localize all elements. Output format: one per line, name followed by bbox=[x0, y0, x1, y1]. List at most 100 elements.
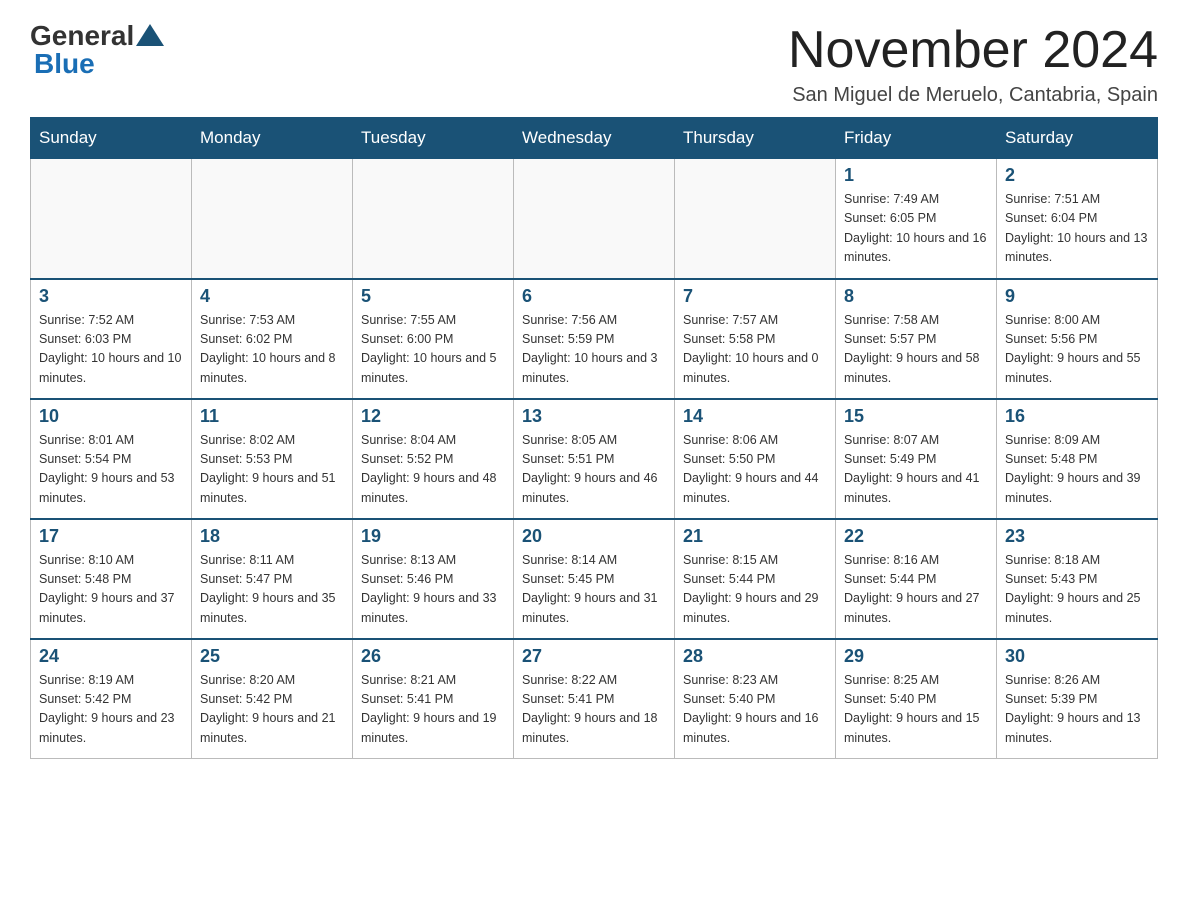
day-number: 29 bbox=[844, 646, 988, 667]
day-info: Sunrise: 7:49 AMSunset: 6:05 PMDaylight:… bbox=[844, 190, 988, 268]
day-info: Sunrise: 8:07 AMSunset: 5:49 PMDaylight:… bbox=[844, 431, 988, 509]
day-number: 18 bbox=[200, 526, 344, 547]
calendar-cell: 22Sunrise: 8:16 AMSunset: 5:44 PMDayligh… bbox=[836, 519, 997, 639]
calendar-cell: 15 Sunrise: 8:07 AMSunset: 5:49 PMDayligh… bbox=[836, 399, 997, 519]
calendar-cell: 1 Sunrise: 7:49 AMSunset: 6:05 PMDaylight… bbox=[836, 159, 997, 279]
day-info: Sunrise: 8:10 AMSunset: 5:48 PMDaylight:… bbox=[39, 551, 183, 629]
calendar-cell: 16 Sunrise: 8:09 AMSunset: 5:48 PMDayligh… bbox=[997, 399, 1158, 519]
day-number: 8 bbox=[844, 286, 988, 307]
day-info: Sunrise: 7:58 AMSunset: 5:57 PMDaylight:… bbox=[844, 311, 988, 389]
day-info: Sunrise: 8:06 AMSunset: 5:50 PMDaylight:… bbox=[683, 431, 827, 509]
calendar-cell: 10 Sunrise: 8:01 AMSunset: 5:54 PMDayligh… bbox=[31, 399, 192, 519]
day-number: 21 bbox=[683, 526, 827, 547]
calendar-cell: 18 Sunrise: 8:11 AMSunset: 5:47 PMDayligh… bbox=[192, 519, 353, 639]
day-number: 10 bbox=[39, 406, 183, 427]
day-info: Sunrise: 7:57 AMSunset: 5:58 PMDaylight:… bbox=[683, 311, 827, 389]
calendar-cell: 5 Sunrise: 7:55 AMSunset: 6:00 PMDaylight… bbox=[353, 279, 514, 399]
calendar-cell: 24 Sunrise: 8:19 AMSunset: 5:42 PMDayligh… bbox=[31, 639, 192, 759]
day-number: 6 bbox=[522, 286, 666, 307]
page-header: General Blue November 2024 San Miguel de… bbox=[30, 20, 1158, 107]
calendar-cell: 7 Sunrise: 7:57 AMSunset: 5:58 PMDaylight… bbox=[675, 279, 836, 399]
day-number: 2 bbox=[1005, 165, 1149, 186]
calendar-cell: 9Sunrise: 8:00 AMSunset: 5:56 PMDaylight… bbox=[997, 279, 1158, 399]
day-info: Sunrise: 7:55 AMSunset: 6:00 PMDaylight:… bbox=[361, 311, 505, 389]
day-number: 11 bbox=[200, 406, 344, 427]
calendar-week-row: 10 Sunrise: 8:01 AMSunset: 5:54 PMDayligh… bbox=[31, 399, 1158, 519]
title-section: November 2024 San Miguel de Meruelo, Can… bbox=[788, 20, 1158, 107]
day-number: 30 bbox=[1005, 646, 1149, 667]
day-number: 26 bbox=[361, 646, 505, 667]
calendar-cell: 6 Sunrise: 7:56 AMSunset: 5:59 PMDaylight… bbox=[514, 279, 675, 399]
weekday-header-row: SundayMondayTuesdayWednesdayThursdayFrid… bbox=[31, 118, 1158, 159]
day-info: Sunrise: 8:13 AMSunset: 5:46 PMDaylight:… bbox=[361, 551, 505, 629]
calendar-cell: 30 Sunrise: 8:26 AMSunset: 5:39 PMDayligh… bbox=[997, 639, 1158, 759]
calendar-week-row: 3 Sunrise: 7:52 AMSunset: 6:03 PMDaylight… bbox=[31, 279, 1158, 399]
day-number: 19 bbox=[361, 526, 505, 547]
day-number: 24 bbox=[39, 646, 183, 667]
day-info: Sunrise: 8:11 AMSunset: 5:47 PMDaylight:… bbox=[200, 551, 344, 629]
calendar-cell: 26 Sunrise: 8:21 AMSunset: 5:41 PMDayligh… bbox=[353, 639, 514, 759]
calendar-cell: 21 Sunrise: 8:15 AMSunset: 5:44 PMDayligh… bbox=[675, 519, 836, 639]
day-info: Sunrise: 8:15 AMSunset: 5:44 PMDaylight:… bbox=[683, 551, 827, 629]
day-info: Sunrise: 8:01 AMSunset: 5:54 PMDaylight:… bbox=[39, 431, 183, 509]
day-info: Sunrise: 8:21 AMSunset: 5:41 PMDaylight:… bbox=[361, 671, 505, 749]
day-number: 5 bbox=[361, 286, 505, 307]
logo-triangle-icon bbox=[136, 24, 164, 46]
calendar-cell bbox=[353, 159, 514, 279]
calendar-cell: 20 Sunrise: 8:14 AMSunset: 5:45 PMDayligh… bbox=[514, 519, 675, 639]
day-info: Sunrise: 7:56 AMSunset: 5:59 PMDaylight:… bbox=[522, 311, 666, 389]
day-number: 16 bbox=[1005, 406, 1149, 427]
calendar-cell bbox=[675, 159, 836, 279]
day-number: 4 bbox=[200, 286, 344, 307]
weekday-header-sunday: Sunday bbox=[31, 118, 192, 159]
calendar-table: SundayMondayTuesdayWednesdayThursdayFrid… bbox=[30, 117, 1158, 759]
calendar-cell: 8 Sunrise: 7:58 AMSunset: 5:57 PMDaylight… bbox=[836, 279, 997, 399]
weekday-header-wednesday: Wednesday bbox=[514, 118, 675, 159]
day-info: Sunrise: 8:20 AMSunset: 5:42 PMDaylight:… bbox=[200, 671, 344, 749]
day-info: Sunrise: 8:09 AMSunset: 5:48 PMDaylight:… bbox=[1005, 431, 1149, 509]
day-info: Sunrise: 8:04 AMSunset: 5:52 PMDaylight:… bbox=[361, 431, 505, 509]
calendar-cell: 3 Sunrise: 7:52 AMSunset: 6:03 PMDaylight… bbox=[31, 279, 192, 399]
day-number: 3 bbox=[39, 286, 183, 307]
calendar-cell: 29 Sunrise: 8:25 AMSunset: 5:40 PMDayligh… bbox=[836, 639, 997, 759]
day-info: Sunrise: 7:52 AMSunset: 6:03 PMDaylight:… bbox=[39, 311, 183, 389]
day-info: Sunrise: 8:18 AMSunset: 5:43 PMDaylight:… bbox=[1005, 551, 1149, 629]
day-info: Sunrise: 8:25 AMSunset: 5:40 PMDaylight:… bbox=[844, 671, 988, 749]
day-number: 12 bbox=[361, 406, 505, 427]
day-number: 1 bbox=[844, 165, 988, 186]
calendar-cell: 13 Sunrise: 8:05 AMSunset: 5:51 PMDayligh… bbox=[514, 399, 675, 519]
weekday-header-thursday: Thursday bbox=[675, 118, 836, 159]
day-number: 14 bbox=[683, 406, 827, 427]
calendar-cell bbox=[192, 159, 353, 279]
calendar-cell: 25 Sunrise: 8:20 AMSunset: 5:42 PMDayligh… bbox=[192, 639, 353, 759]
calendar-cell bbox=[514, 159, 675, 279]
day-info: Sunrise: 8:05 AMSunset: 5:51 PMDaylight:… bbox=[522, 431, 666, 509]
day-info: Sunrise: 8:26 AMSunset: 5:39 PMDaylight:… bbox=[1005, 671, 1149, 749]
calendar-cell: 4 Sunrise: 7:53 AMSunset: 6:02 PMDaylight… bbox=[192, 279, 353, 399]
day-info: Sunrise: 7:53 AMSunset: 6:02 PMDaylight:… bbox=[200, 311, 344, 389]
calendar-cell: 28Sunrise: 8:23 AMSunset: 5:40 PMDayligh… bbox=[675, 639, 836, 759]
day-number: 13 bbox=[522, 406, 666, 427]
weekday-header-monday: Monday bbox=[192, 118, 353, 159]
month-title: November 2024 bbox=[788, 20, 1158, 80]
day-number: 25 bbox=[200, 646, 344, 667]
day-number: 15 bbox=[844, 406, 988, 427]
day-info: Sunrise: 8:19 AMSunset: 5:42 PMDaylight:… bbox=[39, 671, 183, 749]
location-subtitle: San Miguel de Meruelo, Cantabria, Spain bbox=[788, 84, 1158, 107]
calendar-cell: 27Sunrise: 8:22 AMSunset: 5:41 PMDayligh… bbox=[514, 639, 675, 759]
day-number: 20 bbox=[522, 526, 666, 547]
day-info: Sunrise: 8:00 AMSunset: 5:56 PMDaylight:… bbox=[1005, 311, 1149, 389]
weekday-header-friday: Friday bbox=[836, 118, 997, 159]
weekday-header-saturday: Saturday bbox=[997, 118, 1158, 159]
calendar-week-row: 1 Sunrise: 7:49 AMSunset: 6:05 PMDaylight… bbox=[31, 159, 1158, 279]
day-info: Sunrise: 7:51 AMSunset: 6:04 PMDaylight:… bbox=[1005, 190, 1149, 268]
logo-blue-text: Blue bbox=[34, 48, 95, 80]
day-info: Sunrise: 8:23 AMSunset: 5:40 PMDaylight:… bbox=[683, 671, 827, 749]
calendar-week-row: 17Sunrise: 8:10 AMSunset: 5:48 PMDayligh… bbox=[31, 519, 1158, 639]
calendar-cell bbox=[31, 159, 192, 279]
day-number: 7 bbox=[683, 286, 827, 307]
day-info: Sunrise: 8:14 AMSunset: 5:45 PMDaylight:… bbox=[522, 551, 666, 629]
calendar-week-row: 24 Sunrise: 8:19 AMSunset: 5:42 PMDayligh… bbox=[31, 639, 1158, 759]
day-number: 27 bbox=[522, 646, 666, 667]
day-number: 23 bbox=[1005, 526, 1149, 547]
